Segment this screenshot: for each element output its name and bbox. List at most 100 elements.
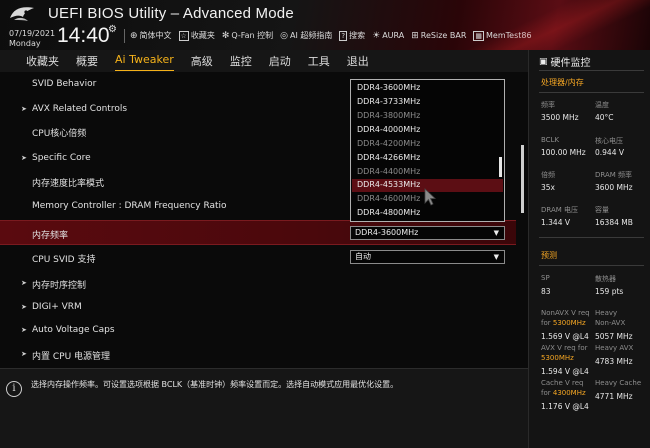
- memtest-button[interactable]: ▦ MemTest86: [473, 30, 532, 41]
- divider: [539, 92, 644, 93]
- heavy-avx-label: Heavy AVX: [595, 344, 634, 352]
- setting-label: DIGI+ VRM: [32, 302, 82, 312]
- avx-freq: 5300MHz: [541, 354, 574, 362]
- chevron-right-icon: ➤: [21, 303, 27, 311]
- dram-volt-label: DRAM 电压: [541, 206, 579, 214]
- dropdown-option[interactable]: DDR4-4400MHz: [357, 167, 420, 176]
- info-icon: i: [6, 381, 22, 397]
- weekday-text: Monday: [9, 39, 41, 48]
- globe-icon: ⊕: [130, 30, 138, 41]
- tab-tool[interactable]: 工具: [308, 53, 330, 71]
- memory-frequency-select[interactable]: DDR4-3600MHz ▼: [350, 226, 505, 240]
- main-menu-bar: 收藏夹 概要 Ai Tweaker 高级 监控 启动 工具 退出: [0, 50, 528, 72]
- ai-icon: ◎: [280, 30, 289, 41]
- setting-label: 内存时序控制: [32, 281, 87, 291]
- setting-label: Auto Voltage Caps: [32, 325, 115, 335]
- temp-label: 温度: [595, 101, 609, 109]
- nonavx-freq: 5300MHz: [552, 319, 586, 327]
- setting-auto-voltage-caps[interactable]: ➤ Auto Voltage Caps: [0, 318, 516, 343]
- favorites-button[interactable]: ☆ 收藏夹: [178, 30, 215, 41]
- tab-favorites[interactable]: 收藏夹: [26, 53, 59, 71]
- header-divider: [124, 29, 125, 43]
- divider: [539, 70, 644, 71]
- chevron-down-icon: ▼: [493, 229, 499, 237]
- setting-memory-timing[interactable]: ➤ 内存时序控制: [0, 271, 516, 296]
- setting-digi-vrm[interactable]: ➤ DIGI+ VRM: [0, 295, 516, 320]
- dropdown-scrollbar[interactable]: [499, 157, 502, 177]
- freq-label: 频率: [541, 101, 555, 109]
- dram-freq-label: DRAM 频率: [595, 171, 633, 179]
- heavy-cache-value: 4771 MHz: [595, 392, 633, 401]
- setting-label: CPU SVID 支持: [32, 255, 96, 265]
- app-title: UEFI BIOS Utility – Advanced Mode: [48, 5, 294, 22]
- monitor-icon: ▣: [539, 56, 548, 67]
- cpu-svid-select[interactable]: 自动 ▼: [350, 250, 505, 264]
- favorites-icon: ☆: [178, 30, 189, 41]
- favorites-label: 收藏夹: [190, 31, 215, 40]
- temp-value: 40°C: [595, 113, 614, 122]
- tab-monitor[interactable]: 监控: [230, 53, 252, 71]
- clock-time: 14:40: [57, 24, 110, 47]
- hardware-monitor-panel: ▣ 硬件监控 处理器/内存 频率 3500 MHz 温度 40°C BCLK 1…: [528, 50, 650, 448]
- capacity-label: 容量: [595, 206, 609, 214]
- language-button[interactable]: ⊕ 简体中文: [130, 30, 172, 41]
- select-value: 自动: [355, 252, 371, 261]
- resize-bar-icon: ⊞: [411, 30, 419, 41]
- bclk-label: BCLK: [541, 136, 560, 144]
- setting-label: SVID Behavior: [32, 79, 97, 89]
- setting-memory-frequency[interactable]: 内存频率 DDR4-3600MHz ▼: [0, 220, 516, 245]
- chevron-right-icon: ➤: [21, 350, 27, 358]
- cache-vreq-value: 1.176 V @L4: [541, 402, 589, 411]
- dropdown-option-selected[interactable]: DDR4-4533MHz: [357, 180, 420, 189]
- hardware-monitor-title: ▣ 硬件监控: [539, 54, 591, 70]
- setting-label: 内置 CPU 电源管理: [32, 352, 111, 362]
- main-scrollbar[interactable]: [521, 145, 524, 213]
- gear-icon[interactable]: ⚙: [108, 24, 117, 35]
- tab-exit[interactable]: 退出: [347, 53, 369, 71]
- heavy-cache-label: Heavy Cache: [595, 379, 642, 387]
- dropdown-option[interactable]: DDR4-4266MHz: [357, 153, 420, 162]
- cache-freq: 4300MHz: [552, 389, 586, 397]
- dropdown-option[interactable]: DDR4-4800MHz: [357, 208, 420, 217]
- vcore-label: 核心电压: [595, 137, 623, 145]
- tab-main[interactable]: 概要: [76, 53, 98, 71]
- freq-value: 3500 MHz: [541, 113, 579, 122]
- avx-vreq-value: 1.594 V @L4: [541, 367, 589, 376]
- tab-ai-tweaker[interactable]: Ai Tweaker: [115, 53, 174, 71]
- avx-vreq-text: AVX V req: [541, 344, 576, 352]
- heavy-nonavx-value: 5057 MHz: [595, 332, 633, 341]
- qfan-button[interactable]: ✻ Q-Fan 控制: [222, 30, 273, 41]
- date-display: 07/19/2021 Monday: [9, 29, 55, 49]
- prediction-section-title: 预测: [541, 251, 557, 260]
- tab-boot[interactable]: 启动: [269, 53, 291, 71]
- bclk-value: 100.00 MHz: [541, 148, 586, 157]
- help-bar: i 选择内存操作频率。可设置选项根据 BCLK（基准时钟）频率设置而定。选择自动…: [0, 368, 528, 448]
- cooler-label: 散热器: [595, 275, 616, 283]
- setting-cpu-svid-support[interactable]: CPU SVID 支持 自动 ▼: [0, 245, 516, 270]
- dropdown-option[interactable]: DDR4-3733MHz: [357, 97, 420, 106]
- dropdown-option[interactable]: DDR4-3600MHz: [357, 83, 420, 92]
- ratio-value: 35x: [541, 183, 555, 192]
- ai-oc-label: AI 超频指南: [290, 31, 333, 40]
- dropdown-option[interactable]: DDR4-3800MHz: [357, 111, 420, 120]
- header-toolbar: ⊕ 简体中文 ☆ 收藏夹 ✻ Q-Fan 控制 ◎ AI 超频指南 ? 搜索 ☀…: [130, 30, 532, 41]
- memtest-label: MemTest86: [486, 31, 532, 40]
- chevron-right-icon: ➤: [21, 326, 27, 334]
- setting-label: Memory Controller : DRAM Frequency Ratio: [32, 201, 227, 211]
- search-label: 搜索: [349, 31, 366, 40]
- dropdown-option[interactable]: DDR4-4200MHz: [357, 139, 420, 148]
- nonavx-vreq-value: 1.569 V @L4: [541, 332, 589, 341]
- ai-oc-guide-button[interactable]: ◎ AI 超频指南: [280, 30, 332, 41]
- resize-bar-button[interactable]: ⊞ ReSize BAR: [411, 30, 466, 41]
- setting-label: CPU核心倍频: [32, 129, 87, 139]
- cooler-value: 159 pts: [595, 287, 624, 296]
- dropdown-option[interactable]: DDR4-4000MHz: [357, 125, 420, 134]
- dropdown-option[interactable]: DDR4-4600MHz: [357, 194, 420, 203]
- aura-icon: ☀: [372, 30, 381, 41]
- ratio-label: 倍频: [541, 171, 555, 179]
- chevron-right-icon: ➤: [21, 154, 27, 162]
- setting-cpu-power-management[interactable]: ➤ 内置 CPU 电源管理: [0, 342, 516, 367]
- aura-button[interactable]: ☀ AURA: [372, 30, 404, 41]
- search-button[interactable]: ? 搜索: [339, 30, 365, 41]
- tab-advanced[interactable]: 高级: [191, 53, 213, 71]
